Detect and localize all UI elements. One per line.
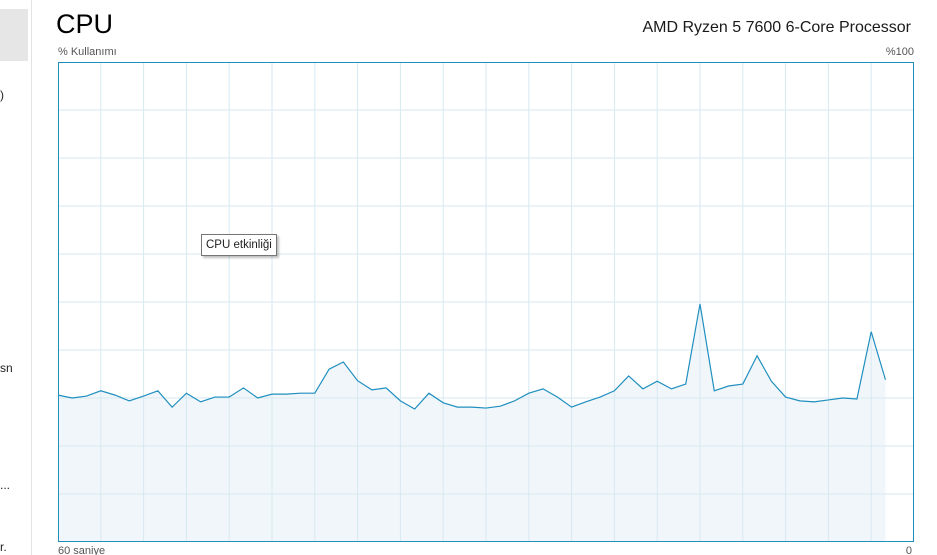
cpu-performance-panel: ) sn ... r. CPU AMD Ryzen 5 7600 6-Core … bbox=[0, 0, 937, 555]
sidebar-text-fragment[interactable]: ) bbox=[0, 88, 4, 102]
x-axis-left-label: 60 saniye bbox=[58, 545, 106, 555]
page-title: CPU bbox=[56, 9, 114, 39]
graph-tooltip: CPU etkinliği bbox=[201, 234, 277, 256]
sidebar-text-fragment[interactable]: ... bbox=[0, 478, 10, 492]
cpu-usage-chart bbox=[58, 62, 914, 542]
cpu-usage-area bbox=[58, 303, 886, 542]
x-axis-right-label: 0 bbox=[905, 545, 912, 555]
y-axis-label: % Kullanımı bbox=[58, 46, 117, 58]
sidebar: ) sn ... r. bbox=[0, 0, 32, 555]
sidebar-selected-item[interactable] bbox=[0, 9, 28, 61]
sidebar-text-fragment[interactable]: sn bbox=[0, 361, 13, 375]
sidebar-text-fragment[interactable]: r. bbox=[0, 540, 7, 554]
processor-name: AMD Ryzen 5 7600 6-Core Processor bbox=[642, 19, 911, 36]
cpu-usage-graph[interactable] bbox=[58, 62, 914, 542]
y-axis-max-label: %100 bbox=[885, 46, 914, 58]
